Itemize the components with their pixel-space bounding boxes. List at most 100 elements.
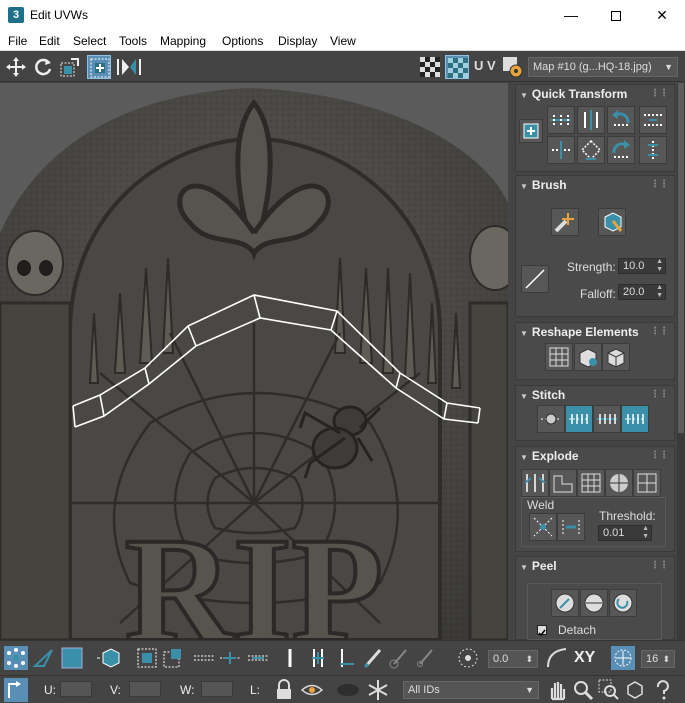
- weld-target-button[interactable]: [529, 513, 557, 541]
- soft-selection-button[interactable]: [456, 646, 480, 670]
- qt-align-vertical-button[interactable]: [577, 106, 605, 134]
- move-tool-button[interactable]: [4, 55, 28, 79]
- reshape-relax-button[interactable]: [574, 343, 602, 371]
- u-field[interactable]: [60, 681, 92, 697]
- stitch-custom-button[interactable]: [537, 405, 565, 433]
- view-options-button[interactable]: [651, 678, 675, 702]
- lock-selection-button[interactable]: [272, 678, 296, 702]
- qt-align-center-button[interactable]: [577, 136, 605, 164]
- panel-scrollbar[interactable]: [677, 83, 685, 640]
- weld-selected-button[interactable]: [557, 513, 585, 541]
- brush-relax-button[interactable]: [598, 208, 626, 236]
- falloff-type-button[interactable]: [545, 646, 569, 670]
- rotate-tool-button[interactable]: [31, 55, 55, 79]
- explode-bitmap-button[interactable]: [633, 469, 661, 497]
- checker-pattern-button[interactable]: [418, 55, 442, 79]
- explode-by-material-button[interactable]: [605, 469, 633, 497]
- maximize-button[interactable]: [593, 0, 639, 30]
- grow-loop-button[interactable]: [218, 646, 242, 670]
- brush-paint-move-button[interactable]: [551, 208, 579, 236]
- rollout-header-explode[interactable]: ▼ Explode ⋮⋮: [516, 447, 674, 465]
- menu-select[interactable]: Select: [73, 34, 106, 48]
- freeform-tool-button[interactable]: [87, 55, 111, 79]
- stitch-to-target-button[interactable]: [621, 405, 649, 433]
- polygon-mode-button[interactable]: [60, 646, 84, 670]
- uv-viewport[interactable]: RIP: [0, 83, 508, 640]
- qt-space-vertical-button[interactable]: [639, 136, 667, 164]
- reshape-straighten-button[interactable]: [545, 343, 573, 371]
- qt-rotate-ccw-button[interactable]: [607, 106, 635, 134]
- peel-quick-button[interactable]: [551, 589, 579, 617]
- scrollbar-thumb[interactable]: [678, 83, 684, 433]
- brush-falloff-curve-button[interactable]: [521, 265, 549, 293]
- absolute-offset-button[interactable]: [4, 678, 28, 702]
- uv-mode-label[interactable]: U V: [474, 58, 496, 73]
- show-map-button[interactable]: [445, 55, 469, 79]
- rollout-header-stitch[interactable]: ▼ Stitch ⋮⋮: [516, 386, 674, 404]
- rollout-header-peel[interactable]: ▼ Peel ⋮⋮: [516, 557, 674, 575]
- menu-display[interactable]: Display: [278, 34, 317, 48]
- show-hidden-button[interactable]: [300, 678, 324, 702]
- grid-size-value[interactable]: 16 ⬍: [641, 650, 675, 668]
- spinner-arrows-icon[interactable]: ▲ ▼: [656, 258, 663, 274]
- explode-flatten-button[interactable]: [549, 469, 577, 497]
- element-mode-button[interactable]: [94, 646, 120, 670]
- threshold-spinner[interactable]: 0.01 ▲ ▼: [598, 525, 652, 541]
- minimize-button[interactable]: —: [548, 0, 594, 30]
- grid-snap-button[interactable]: [611, 646, 635, 670]
- grow-ring-button[interactable]: [306, 646, 330, 670]
- detach-checkbox[interactable]: [537, 625, 547, 637]
- edge-ring-button[interactable]: [278, 646, 302, 670]
- enlarge-brush-button[interactable]: [388, 646, 412, 670]
- spinner-arrows-icon[interactable]: ⬍: [525, 651, 533, 667]
- rollout-header-brush[interactable]: ▼ Brush ⋮⋮: [516, 176, 674, 194]
- menu-tools[interactable]: Tools: [119, 34, 147, 48]
- peel-mode-button[interactable]: [580, 589, 608, 617]
- shrink-brush-button[interactable]: [414, 646, 438, 670]
- menu-view[interactable]: View: [330, 34, 356, 48]
- qt-set-pivot-button[interactable]: [519, 119, 543, 143]
- hide-button[interactable]: [334, 678, 359, 702]
- w-field[interactable]: [201, 681, 233, 697]
- close-button[interactable]: ✕: [639, 0, 685, 30]
- spinner-arrows-icon[interactable]: ▲ ▼: [642, 525, 649, 541]
- peel-reset-button[interactable]: [609, 589, 637, 617]
- qt-align-to-edge-button[interactable]: [639, 106, 667, 134]
- menu-file[interactable]: File: [8, 34, 27, 48]
- explode-break-button[interactable]: [521, 469, 549, 497]
- grow-selection-button[interactable]: [135, 646, 159, 670]
- stitch-to-source-button[interactable]: [565, 405, 593, 433]
- pan-button[interactable]: [545, 678, 569, 702]
- xy-space-label[interactable]: XY: [574, 649, 595, 667]
- shrink-ring-button[interactable]: [334, 646, 358, 670]
- menu-options[interactable]: Options: [222, 34, 263, 48]
- rollout-header-quick-transform[interactable]: ▼ Quick Transform ⋮⋮: [516, 85, 674, 103]
- menu-mapping[interactable]: Mapping: [160, 34, 206, 48]
- map-settings-button[interactable]: [501, 55, 525, 79]
- qt-space-horizontal-button[interactable]: [547, 136, 575, 164]
- shrink-loop-button[interactable]: [246, 646, 270, 670]
- soft-selection-value[interactable]: 0.0 ⬍: [488, 650, 538, 668]
- explode-by-smoothing-button[interactable]: [577, 469, 605, 497]
- spinner-arrows-icon[interactable]: ▲ ▼: [656, 284, 663, 300]
- map-select-dropdown[interactable]: Map #10 (g...HQ-18.jpg) ▼: [528, 57, 678, 77]
- menu-edit[interactable]: Edit: [39, 34, 60, 48]
- qt-rotate-cw-button[interactable]: [607, 136, 635, 164]
- rollout-header-reshape[interactable]: ▼ Reshape Elements ⋮⋮: [516, 323, 674, 341]
- v-field[interactable]: [129, 681, 161, 697]
- paint-select-button[interactable]: [362, 646, 386, 670]
- freeze-button[interactable]: [366, 678, 390, 702]
- stitch-average-button[interactable]: [593, 405, 621, 433]
- qt-align-horizontal-button[interactable]: [547, 106, 575, 134]
- spinner-arrows-icon[interactable]: ⬍: [662, 651, 670, 667]
- shrink-selection-button[interactable]: [161, 646, 185, 670]
- zoom-extents-button[interactable]: [623, 678, 647, 702]
- mirror-tool-button[interactable]: [114, 55, 141, 79]
- edge-loop-button[interactable]: [192, 646, 216, 670]
- vertex-mode-button[interactable]: [4, 646, 28, 670]
- edge-mode-button[interactable]: [32, 646, 56, 670]
- falloff-spinner[interactable]: 20.0 ▲ ▼: [618, 284, 666, 300]
- material-id-select[interactable]: All IDs ▼: [403, 681, 539, 699]
- strength-spinner[interactable]: 10.0 ▲ ▼: [618, 258, 666, 274]
- reshape-stitch-cube-button[interactable]: [602, 343, 630, 371]
